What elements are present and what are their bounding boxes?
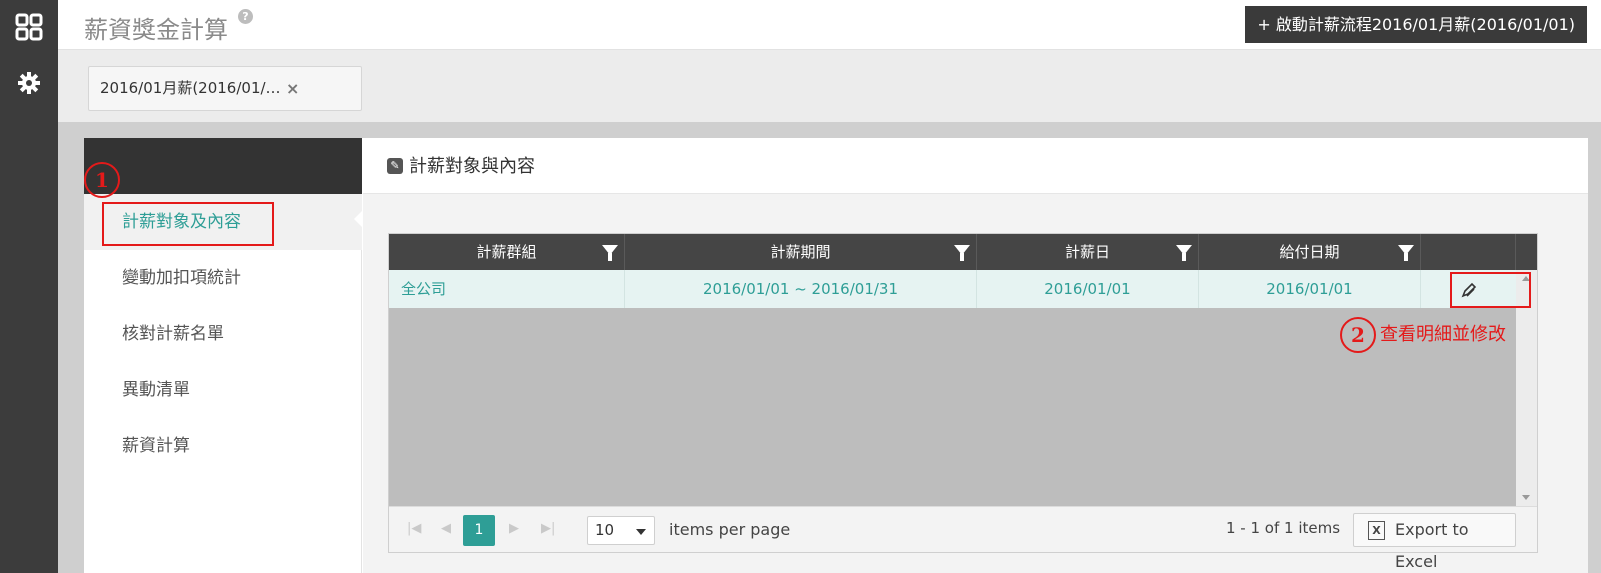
content-title: 計薪對象與內容 [409,156,535,177]
filter-icon[interactable] [954,245,970,261]
sidebar-item-verify-list[interactable]: 核對計薪名單 [84,306,362,362]
page-header: 薪資獎金計算 ? + 啟動計薪流程2016/01月薪(2016/01/01) [58,0,1601,50]
cell-pay-day: 2016/01/01 [977,270,1199,308]
filter-icon[interactable] [1176,245,1192,261]
apps-grid-icon[interactable] [14,12,44,42]
table-row[interactable]: 全公司 2016/01/01 ~ 2016/01/31 2016/01/01 2… [389,270,1516,308]
payroll-tab-chip[interactable]: 2016/01月薪(2016/01/… × [88,66,362,111]
cell-payment-date: 2016/01/01 [1199,270,1421,308]
payroll-grid: 計薪群組 計薪期間 計薪日 給付日期 全公司 2016/01/01 ~ 2016… [388,233,1538,571]
filter-icon[interactable] [1398,245,1414,261]
start-payroll-button[interactable]: + 啟動計薪流程2016/01月薪(2016/01/01) [1245,6,1587,43]
icon-rail [0,0,58,573]
items-per-page-label: items per page [669,520,791,539]
grid-pager: |◀ ◀ 1 ▶ ▶| 10 items per page 1 - 1 of 1… [389,506,1537,571]
column-header-actions [1421,234,1516,270]
export-label: Export to Excel [1395,520,1469,571]
prev-page-icon[interactable]: ◀ [441,521,451,536]
page-size-select[interactable]: 10 [587,516,655,545]
column-header-pay-day[interactable]: 計薪日 [977,234,1199,270]
column-label: 給付日期 [1279,243,1340,261]
page-size-value: 10 [595,521,615,539]
active-pointer [354,210,363,228]
tab-strip: 2016/01月薪(2016/01/… × [58,50,1601,122]
filter-icon[interactable] [602,245,618,261]
export-excel-button[interactable]: X Export to Excel [1353,513,1516,571]
current-page-button[interactable]: 1 [463,515,495,546]
help-icon[interactable]: ? [238,9,253,24]
last-page-icon[interactable]: ▶| [541,521,555,536]
grid-body: 全公司 2016/01/01 ~ 2016/01/31 2016/01/01 2… [389,270,1537,506]
annotation-marker-2: 2 [1340,317,1376,353]
cell-period: 2016/01/01 ~ 2016/01/31 [625,270,977,308]
next-page-icon[interactable]: ▶ [509,521,519,536]
column-label: 計薪日 [1064,243,1110,261]
column-header-period[interactable]: 計薪期間 [625,234,977,270]
sidebar-item-variable-items[interactable]: 變動加扣項統計 [84,250,362,306]
sidebar: 計薪對象及內容 變動加扣項統計 核對計薪名單 異動清單 薪資計算 [84,194,362,573]
annotation-marker-1: 1 [84,162,120,198]
edit-icon: ✎ [387,158,403,174]
annotation-highlight-sidebar [102,202,274,246]
pager-info: 1 - 1 of 1 items [1226,519,1341,537]
column-header-payment-date[interactable]: 給付日期 [1199,234,1421,270]
first-page-icon[interactable]: |◀ [407,521,421,536]
annotation-note: 查看明細並修改 [1380,324,1506,345]
page-title: 薪資獎金計算 [84,16,228,44]
excel-icon: X [1368,521,1385,540]
column-label: 計薪群組 [476,243,537,261]
cell-group[interactable]: 全公司 [389,270,625,308]
gear-icon[interactable] [14,68,44,98]
close-icon[interactable]: × [286,67,299,110]
column-label: 計薪期間 [770,243,831,261]
grid-header: 計薪群組 計薪期間 計薪日 給付日期 [389,234,1537,270]
annotation-highlight-edit [1450,272,1531,308]
scroll-down-icon[interactable] [1522,495,1530,500]
sidebar-header [84,138,362,194]
payroll-tab-label: 2016/01月薪(2016/01/… [100,79,281,97]
chevron-down-icon [636,529,646,535]
content-header: ✎ 計薪對象與內容 [363,138,1588,194]
content-area: ✎ 計薪對象與內容 計薪群組 計薪期間 計薪日 給付日期 全公司 2016/01… [363,138,1588,573]
column-header-group[interactable]: 計薪群組 [389,234,625,270]
sidebar-item-changes[interactable]: 異動清單 [84,362,362,418]
main-panel: 計薪對象及內容 變動加扣項統計 核對計薪名單 異動清單 薪資計算 ✎ 計薪對象與… [84,138,1588,573]
sidebar-item-salary-calc[interactable]: 薪資計算 [84,418,362,474]
